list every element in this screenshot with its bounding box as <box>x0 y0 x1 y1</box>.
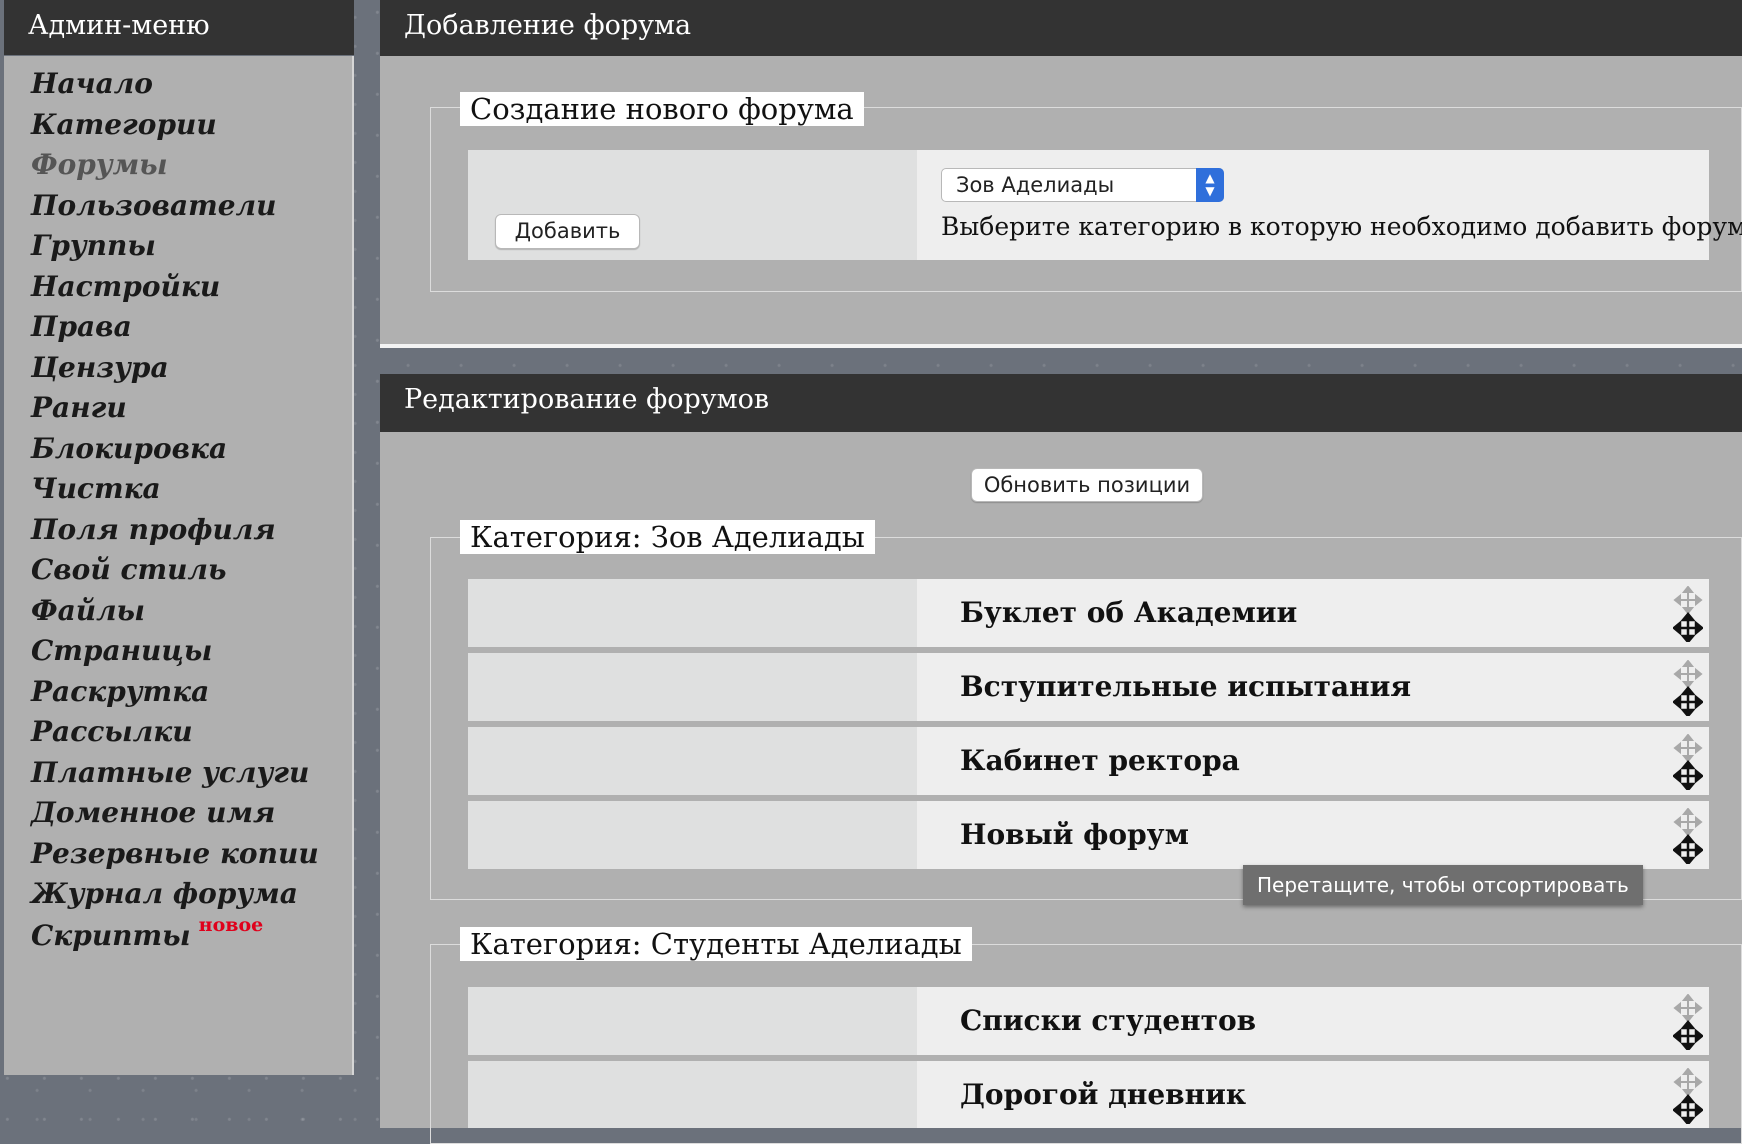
category-legend: Категория: Зов Аделиады <box>460 520 875 554</box>
sidebar-item-cleanup[interactable]: Чистка <box>31 472 161 505</box>
sidebar-item-groups[interactable]: Группы <box>31 229 156 262</box>
forum-row-left <box>468 987 917 1055</box>
sidebar-item-domain[interactable]: Доменное имя <box>31 796 275 829</box>
move-arrows-icon[interactable] <box>1673 660 1703 716</box>
forum-row-left <box>468 579 917 647</box>
add-forum-title: Добавление форума <box>380 0 1742 56</box>
move-arrows-icon[interactable] <box>1673 994 1703 1050</box>
sidebar-item-profile-fields[interactable]: Поля профиля <box>31 513 276 546</box>
chevron-up-down-icon: ▲ ▼ <box>1196 168 1224 202</box>
category-select-value: Зов Аделиады <box>956 173 1115 197</box>
sidebar-item-categories[interactable]: Категории <box>31 108 217 141</box>
forum-title[interactable]: Вступительные испытания <box>960 670 1411 703</box>
add-forum-panel: Добавление форума Создание нового форума… <box>380 0 1742 348</box>
sidebar-item-backups[interactable]: Резервные копии <box>31 837 319 870</box>
sidebar-item-permissions[interactable]: Права <box>31 310 132 343</box>
forum-title[interactable]: Новый форум <box>960 818 1189 851</box>
forum-row-left <box>468 801 917 869</box>
sidebar-item-paid-services[interactable]: Платные услуги <box>31 756 309 789</box>
sidebar-item-scripts[interactable]: Скрипты новое <box>31 914 263 952</box>
sidebar-item-blocking[interactable]: Блокировка <box>31 432 227 465</box>
sidebar-item-label: Скрипты <box>31 919 191 952</box>
edit-forums-title: Редактирование форумов <box>380 374 1742 432</box>
move-arrows-icon[interactable] <box>1673 734 1703 790</box>
admin-menu: Начало Категории Форумы Пользователи Гру… <box>4 56 354 1075</box>
forum-title[interactable]: Дорогой дневник <box>960 1078 1246 1111</box>
create-forum-legend: Создание нового форума <box>460 92 864 126</box>
forum-row-left <box>468 653 917 721</box>
move-arrows-icon[interactable] <box>1673 808 1703 864</box>
forum-row-left <box>468 727 917 795</box>
sidebar-item-pages[interactable]: Страницы <box>31 634 212 667</box>
sidebar-item-home[interactable]: Начало <box>31 67 153 100</box>
update-positions-button[interactable]: Обновить позиции <box>971 468 1203 502</box>
sidebar-item-forum-log[interactable]: Журнал форума <box>31 877 298 910</box>
category-hint: Выберите категорию в которую необходимо … <box>941 212 1742 241</box>
new-badge: новое <box>198 914 264 936</box>
sidebar-item-promotion[interactable]: Раскрутка <box>31 675 209 708</box>
admin-sidebar: Админ-меню Начало Категории Форумы Польз… <box>0 0 354 1075</box>
forum-title[interactable]: Кабинет ректора <box>960 744 1240 777</box>
sidebar-item-files[interactable]: Файлы <box>31 594 145 627</box>
sidebar-item-ranks[interactable]: Ранги <box>31 391 127 424</box>
sidebar-item-users[interactable]: Пользователи <box>31 189 276 222</box>
forum-title[interactable]: Буклет об Академии <box>960 596 1297 629</box>
sidebar-item-censorship[interactable]: Цензура <box>31 351 169 384</box>
category-select[interactable]: Зов Аделиады ▲ ▼ <box>941 168 1224 202</box>
add-button[interactable]: Добавить <box>495 214 640 249</box>
sidebar-title: Админ-меню <box>4 0 354 55</box>
move-arrows-icon[interactable] <box>1673 586 1703 642</box>
sidebar-item-custom-style[interactable]: Свой стиль <box>31 553 226 586</box>
sidebar-item-mailings[interactable]: Рассылки <box>31 715 193 748</box>
category-legend: Категория: Студенты Аделиады <box>460 927 972 961</box>
add-row-right <box>917 150 1709 260</box>
move-arrows-icon[interactable] <box>1673 1068 1703 1124</box>
sidebar-item-forums[interactable]: Форумы <box>31 148 168 181</box>
forum-row-left <box>468 1061 917 1128</box>
sidebar-item-settings[interactable]: Настройки <box>31 270 220 303</box>
drag-tooltip: Перетащите, чтобы отсортировать <box>1243 865 1643 905</box>
edit-forums-panel: Редактирование форумов Обновить позиции … <box>380 374 1742 1144</box>
forum-title[interactable]: Списки студентов <box>960 1004 1256 1037</box>
